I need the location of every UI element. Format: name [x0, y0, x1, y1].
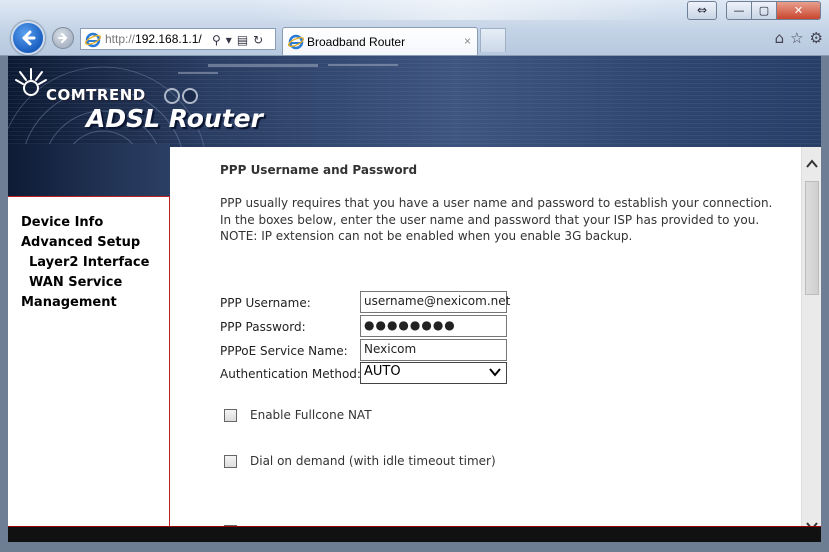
comtrend-logo-icon: [15, 68, 47, 96]
brand-logo-text: COMTREND: [46, 86, 146, 104]
favorites-star-icon[interactable]: ☆: [790, 30, 803, 46]
password-label: PPP Password:: [220, 320, 306, 334]
resize-button[interactable]: ⇔: [687, 1, 717, 20]
chevron-up-icon: [806, 159, 818, 168]
auth-method-value: AUTO: [364, 364, 401, 379]
ppp-username-input[interactable]: username@nexicom.net: [360, 291, 510, 313]
main-content: PPP Username and Password PPP usually re…: [170, 147, 801, 542]
minimize-button[interactable]: —: [726, 1, 752, 20]
dial-on-demand-checkbox[interactable]: [224, 455, 237, 468]
service-name-label: PPPoE Service Name:: [220, 344, 348, 358]
page-footer-bar: [8, 526, 821, 542]
sidebar-item-wan-service[interactable]: WAN Service: [29, 275, 122, 290]
intro-paragraph: PPP usually requires that you have a use…: [220, 196, 773, 227]
ppp-password-input[interactable]: ●●●●●●●●: [360, 315, 507, 337]
browser-chrome: http://192.168.1.1/ ⚲ ▾ ▤ ↻ Broadband Route…: [0, 0, 829, 56]
sidebar-item-management[interactable]: Management: [21, 295, 117, 310]
intro-note: NOTE: IP extension can not be enabled wh…: [220, 229, 633, 243]
username-label: PPP Username:: [220, 296, 311, 310]
window-controls: — ▢ ✕: [726, 1, 821, 21]
ie-page-icon: [85, 32, 101, 48]
window-frame-bottom: [0, 542, 829, 552]
home-icon[interactable]: ⌂: [775, 30, 785, 46]
settings-gear-icon[interactable]: ⚙: [810, 30, 823, 46]
forward-button[interactable]: [52, 27, 74, 49]
refresh-icon[interactable]: ↻: [253, 33, 263, 47]
auth-method-select[interactable]: AUTO: [360, 362, 507, 384]
scroll-up-button[interactable]: [802, 147, 821, 175]
sidebar-item-layer2-interface[interactable]: Layer2 Interface: [29, 255, 149, 270]
auth-method-label: Authentication Method:: [220, 367, 361, 381]
scroll-thumb[interactable]: [805, 181, 819, 295]
address-tools: ⚲ ▾ ▤ ↻: [212, 33, 268, 47]
sidebar-nav: Device Info Advanced Setup Layer2 Interf…: [8, 196, 170, 542]
page-viewport: COMTREND ADSL Router Device Info Advance…: [8, 56, 821, 542]
vertical-scrollbar[interactable]: [801, 147, 821, 542]
back-button[interactable]: [11, 21, 45, 55]
maximize-button[interactable]: ▢: [752, 1, 777, 20]
page-title: PPP Username and Password: [220, 163, 418, 177]
dropdown-icon[interactable]: ▾: [226, 33, 232, 47]
tab-title: Broadband Router: [307, 35, 406, 49]
pppoe-service-name-input[interactable]: Nexicom: [360, 339, 507, 361]
sidebar-header-band: [8, 144, 170, 196]
forward-icon: [58, 33, 68, 43]
sidebar-item-device-info[interactable]: Device Info: [21, 215, 103, 230]
compatibility-icon[interactable]: ▤: [237, 33, 248, 47]
url-host: 192.168.1.1/: [135, 32, 202, 46]
intro-text: PPP usually requires that you have a use…: [220, 195, 780, 245]
fullcone-nat-checkbox[interactable]: [224, 409, 237, 422]
sidebar-item-advanced-setup[interactable]: Advanced Setup: [21, 235, 140, 250]
dial-on-demand-label: Dial on demand (with idle timeout timer): [250, 454, 496, 468]
fullcone-nat-label: Enable Fullcone NAT: [250, 408, 372, 422]
back-icon: [22, 30, 36, 46]
chrome-background: [250, 0, 670, 20]
tab-broadband-router[interactable]: Broadband Router ×: [282, 27, 478, 55]
search-icon[interactable]: ⚲: [212, 33, 221, 47]
new-tab-button[interactable]: [480, 28, 506, 52]
url-prefix: http://: [105, 32, 136, 46]
ie-tab-icon: [288, 34, 304, 50]
product-title: ADSL Router: [86, 104, 263, 133]
close-tab-icon[interactable]: ×: [464, 34, 471, 48]
command-icons: ⌂ ☆ ⚙: [775, 30, 823, 46]
close-window-button[interactable]: ✕: [777, 1, 821, 20]
address-url[interactable]: http://192.168.1.1/: [105, 32, 202, 46]
chevron-down-icon: [489, 368, 501, 377]
